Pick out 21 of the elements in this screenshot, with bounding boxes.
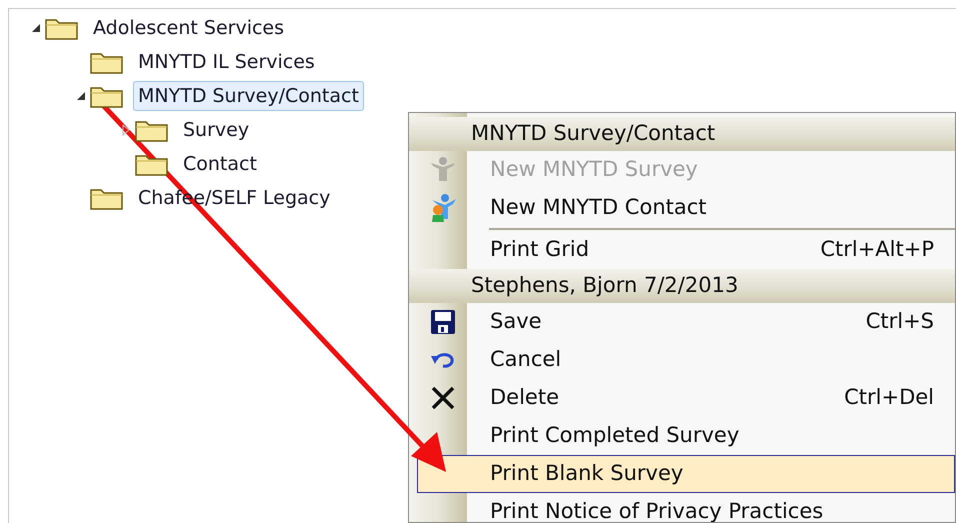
menu-item[interactable]: Cancel: [417, 341, 955, 379]
menu-section-header: Stephens, Bjorn 7/2/2013: [409, 269, 955, 303]
undo-icon: [430, 350, 456, 370]
expand-triangle-icon[interactable]: [120, 124, 132, 136]
tree-item[interactable]: MNYTD Survey/Contact: [133, 80, 364, 112]
tree-item[interactable]: Adolescent Services: [88, 12, 290, 44]
collapse-triangle-icon[interactable]: [75, 90, 87, 102]
tree-item[interactable]: Contact: [178, 148, 262, 180]
menu-item[interactable]: Print Blank Survey: [417, 455, 955, 493]
tree-item[interactable]: MNYTD IL Services: [133, 46, 320, 78]
menu-section-header: MNYTD Survey/Contact: [409, 117, 955, 151]
menu-item[interactable]: Delete Ctrl+Del: [417, 379, 955, 417]
menu-item[interactable]: New MNYTD Contact: [417, 189, 955, 227]
menu-item[interactable]: Print Completed Survey: [417, 417, 955, 455]
collapse-triangle-icon[interactable]: [30, 22, 42, 34]
tree-item[interactable]: Survey: [178, 114, 254, 146]
menu-item[interactable]: Print Grid Ctrl+Alt+P: [417, 231, 955, 269]
person-icon: [429, 193, 457, 223]
save-icon: [430, 309, 456, 335]
close-icon: [430, 385, 456, 411]
menu-item[interactable]: Save Ctrl+S: [417, 303, 955, 341]
